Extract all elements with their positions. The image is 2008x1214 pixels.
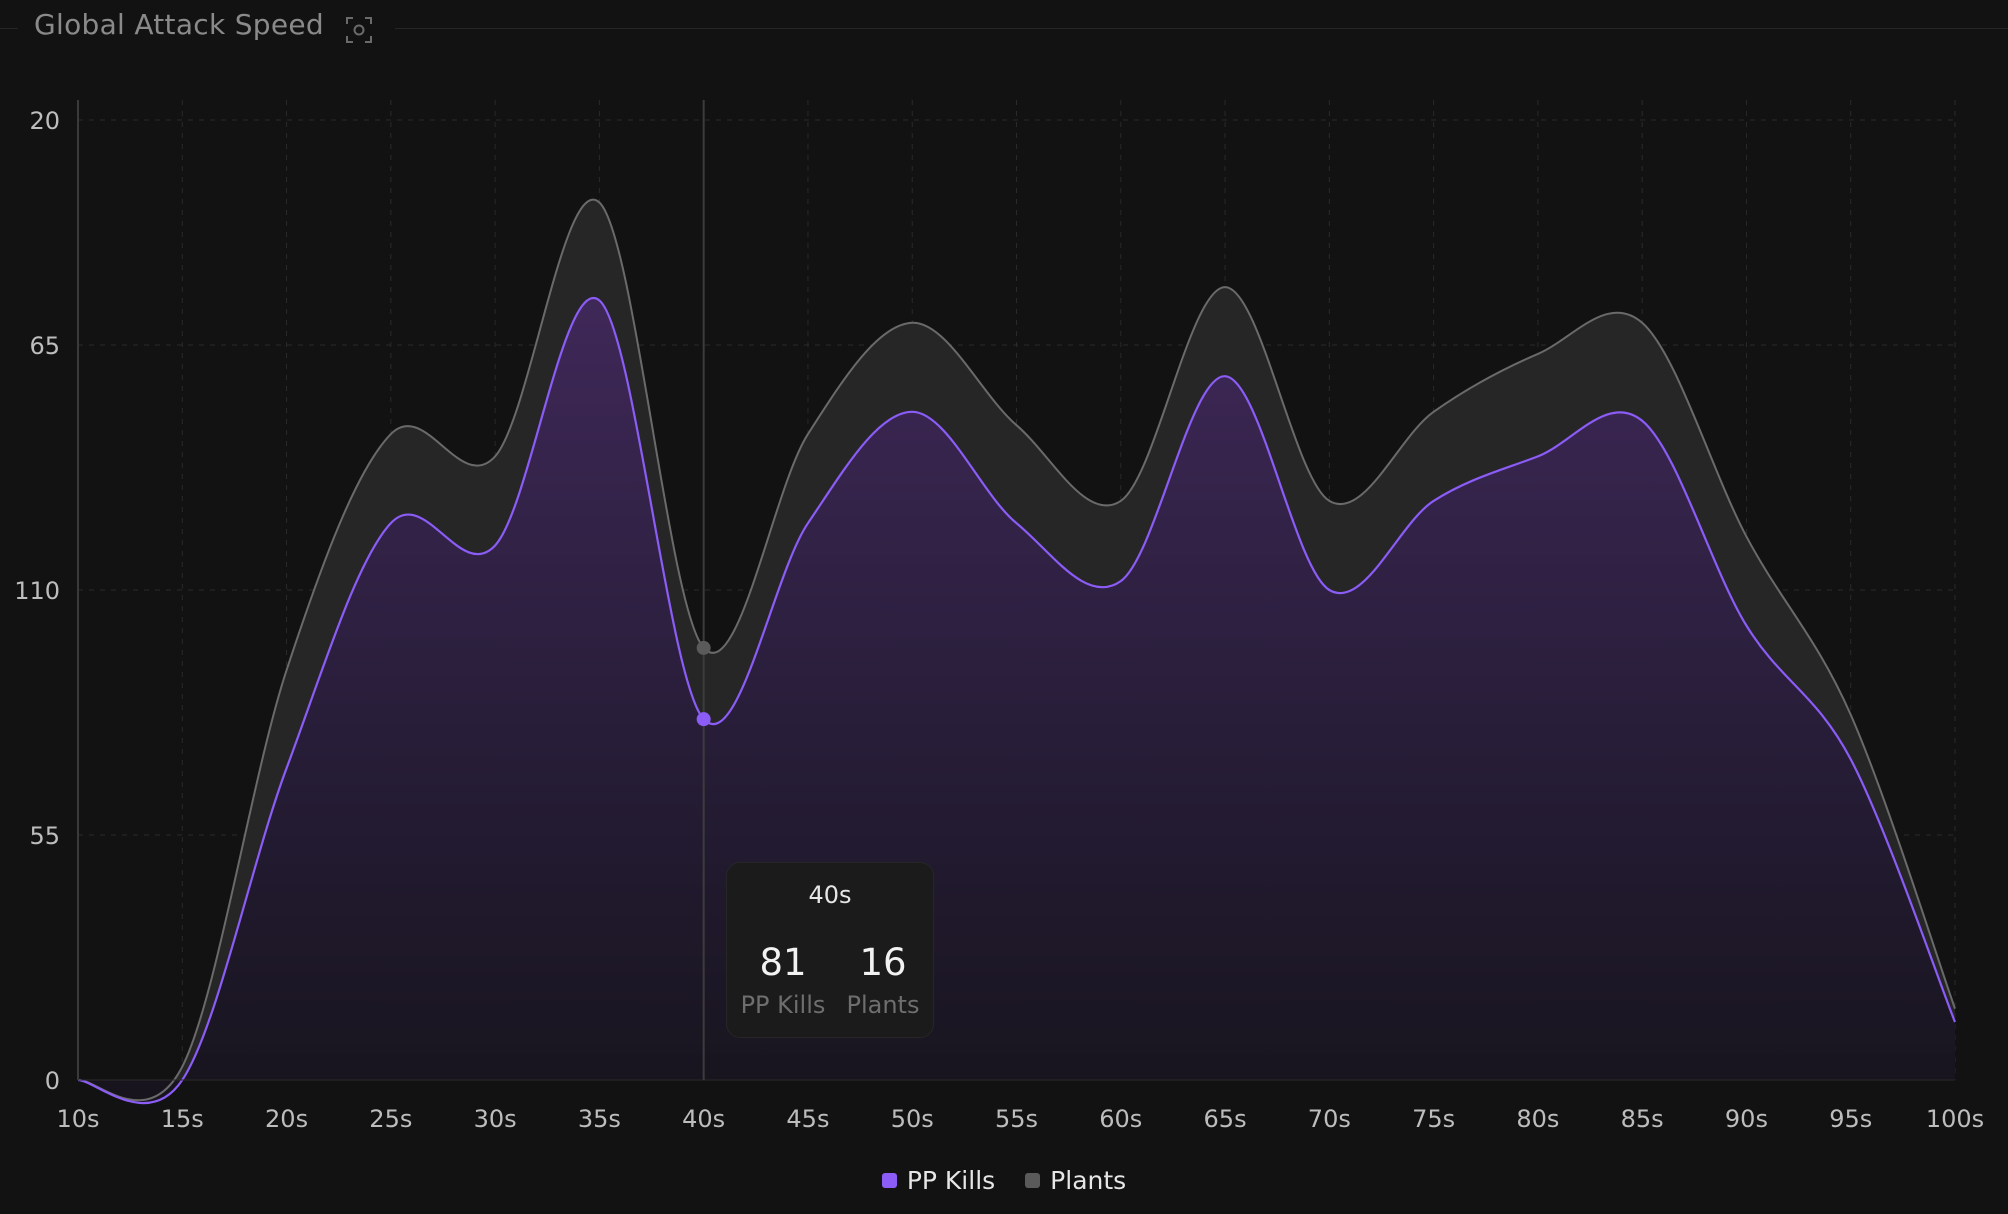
hover-point-pp-kills	[696, 712, 711, 727]
plants-swatch	[1025, 1173, 1041, 1188]
x-tick-label: 30s	[474, 1105, 517, 1133]
x-tick-label: 65s	[1204, 1105, 1247, 1133]
tooltip-plants-value: 16	[859, 941, 907, 984]
chart-panel: Global Attack Speed 0 55 110 65 20 10s 15s 20s 2…	[0, 0, 2008, 1214]
tooltip-plants-label: Plants	[846, 991, 920, 1019]
x-tick-label: 60s	[1099, 1105, 1142, 1133]
x-tick-label: 55s	[995, 1105, 1038, 1133]
x-tick-label: 100s	[1926, 1105, 1984, 1133]
x-tick-label: 15s	[161, 1105, 204, 1133]
pp-kills-swatch	[881, 1173, 897, 1188]
y-tick-label: 0	[45, 1067, 60, 1095]
y-tick-label: 55	[29, 822, 60, 850]
tooltip-title: 40s	[808, 881, 852, 909]
x-tick-label: 95s	[1829, 1105, 1872, 1133]
x-tick-label: 10s	[56, 1105, 99, 1133]
chart-plot: 0 55 110 65 20 10s 15s 20s 25s 30s 35s 40s 45s 50s 55s…	[14, 100, 1984, 1133]
x-tick-label: 25s	[369, 1105, 412, 1133]
tooltip-pp-kills-value: 81	[759, 941, 807, 984]
legend-label: PP Kills	[906, 1166, 996, 1195]
legend-item-plants[interactable]: Plants	[1025, 1166, 1126, 1195]
x-tick-label: 75s	[1412, 1105, 1455, 1133]
legend-item-pp-kills[interactable]: PP Kills	[881, 1166, 996, 1195]
tooltip-pp-kills-label: PP Kills	[740, 991, 826, 1019]
x-tick-label: 40s	[682, 1105, 725, 1133]
x-tick-label: 35s	[578, 1105, 621, 1133]
hover-point-plants	[696, 640, 711, 655]
legend-label: Plants	[1050, 1166, 1127, 1195]
x-tick-label: 90s	[1725, 1105, 1768, 1133]
tooltip: 40s 81 PP Kills 16 Plants	[726, 862, 934, 1038]
legend: PP Kills Plants	[0, 1166, 2008, 1195]
x-tick-label: 20s	[265, 1105, 308, 1133]
y-tick-label: 110	[14, 577, 60, 605]
x-tick-label: 70s	[1308, 1105, 1351, 1133]
x-tick-label: 80s	[1516, 1105, 1559, 1133]
x-tick-label: 45s	[786, 1105, 829, 1133]
x-tick-label: 85s	[1621, 1105, 1664, 1133]
y-tick-label: 20	[29, 107, 60, 135]
y-tick-label: 65	[29, 332, 60, 360]
x-tick-label: 50s	[891, 1105, 934, 1133]
